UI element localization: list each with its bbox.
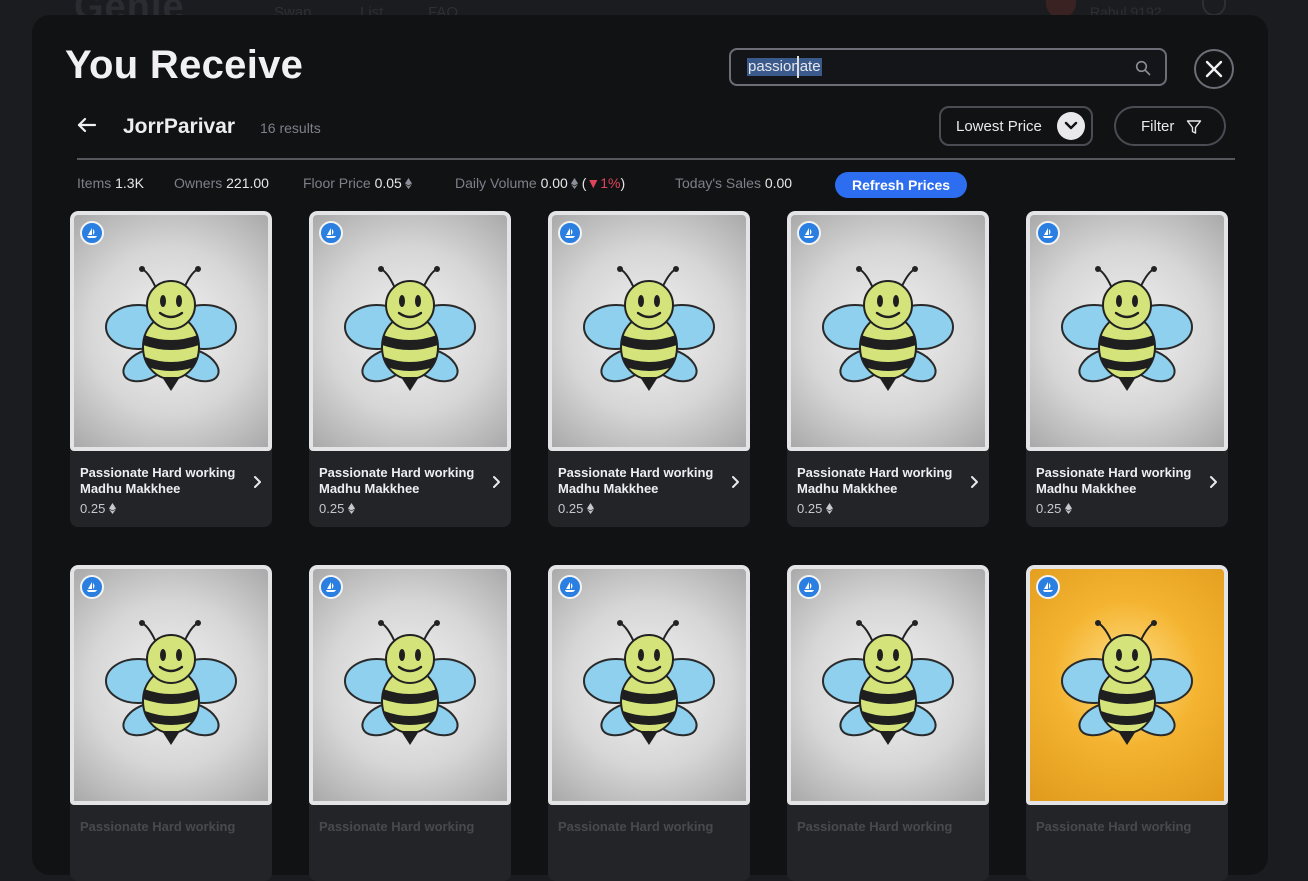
nft-price: 0.25	[558, 501, 594, 516]
eth-icon	[586, 503, 594, 514]
opensea-badge-icon	[80, 575, 104, 599]
eth-icon	[570, 178, 578, 189]
search-icon[interactable]	[1135, 60, 1151, 76]
chevron-right-icon[interactable]	[969, 475, 979, 489]
filter-funnel-icon	[1186, 120, 1202, 134]
opensea-badge-icon	[1036, 221, 1060, 245]
close-icon	[1205, 60, 1223, 78]
you-receive-modal: You Receive passionate JorrParivar 16 re…	[32, 15, 1268, 881]
collection-name: JorrParivar	[123, 115, 236, 138]
eth-icon	[347, 503, 355, 514]
background-profile-icon	[1202, 0, 1226, 16]
back-arrow-icon[interactable]	[76, 114, 98, 136]
close-button[interactable]	[1194, 49, 1234, 89]
chevron-right-icon[interactable]	[252, 475, 262, 489]
nft-card[interactable]: Passionate Hard working	[548, 565, 750, 881]
filter-label: Filter	[1141, 118, 1175, 135]
nft-image[interactable]	[1026, 565, 1228, 805]
sort-label: Lowest Price	[956, 118, 1042, 135]
bee-artwork-icon	[105, 266, 237, 391]
nft-name: Passionate Hard working Madhu Makkhee	[319, 465, 475, 496]
nft-price: 0.25	[797, 501, 833, 516]
opensea-badge-icon	[558, 575, 582, 599]
bee-artwork-icon	[1061, 266, 1193, 391]
eth-icon	[825, 503, 833, 514]
nft-card[interactable]: Passionate Hard working Madhu Makkhee 0.2…	[70, 211, 272, 527]
nft-image[interactable]	[787, 565, 989, 805]
nft-image[interactable]	[309, 565, 511, 805]
sort-dropdown[interactable]: Lowest Price	[939, 106, 1093, 146]
nft-image[interactable]	[309, 211, 511, 451]
eth-icon	[1064, 503, 1072, 514]
nft-name: Passionate Hard working	[319, 819, 475, 834]
bee-artwork-icon	[822, 620, 954, 745]
opensea-badge-icon	[319, 221, 343, 245]
opensea-badge-icon	[319, 575, 343, 599]
search-input[interactable]: passionate	[747, 58, 822, 76]
eth-icon	[108, 503, 116, 514]
stat-items: Items 1.3K	[77, 175, 144, 191]
opensea-badge-icon	[1036, 575, 1060, 599]
nft-card[interactable]: Passionate Hard working	[309, 565, 511, 881]
opensea-badge-icon	[797, 575, 821, 599]
nft-name: Passionate Hard working Madhu Makkhee	[797, 465, 953, 496]
chevron-right-icon[interactable]	[1208, 475, 1218, 489]
nft-card[interactable]: Passionate Hard working	[1026, 565, 1228, 881]
nft-image[interactable]	[787, 211, 989, 451]
bee-artwork-icon	[583, 620, 715, 745]
nft-name: Passionate Hard working	[80, 819, 236, 834]
nft-price: 0.25	[319, 501, 355, 516]
results-count: 16 results	[260, 120, 321, 136]
chevron-right-icon[interactable]	[491, 475, 501, 489]
chevron-right-icon[interactable]	[730, 475, 740, 489]
chevron-down-icon	[1057, 112, 1085, 140]
bee-artwork-icon	[344, 266, 476, 391]
stat-todays-sales: Today's Sales 0.00	[675, 175, 793, 191]
opensea-badge-icon	[558, 221, 582, 245]
nft-name: Passionate Hard working Madhu Makkhee	[1036, 465, 1192, 496]
nft-card[interactable]: Passionate Hard working	[70, 565, 272, 881]
stat-floor-price: Floor Price 0.05	[303, 175, 412, 191]
nft-card[interactable]: Passionate Hard working Madhu Makkhee 0.2…	[1026, 211, 1228, 527]
nft-image[interactable]	[1026, 211, 1228, 451]
nft-card[interactable]: Passionate Hard working Madhu Makkhee 0.2…	[787, 211, 989, 527]
nft-name: Passionate Hard working	[558, 819, 714, 834]
bee-artwork-icon	[105, 620, 237, 745]
search-box[interactable]: passionate	[729, 48, 1167, 86]
eth-icon	[404, 178, 412, 189]
stat-daily-volume: Daily Volume 0.00 (▼1%)	[455, 175, 626, 191]
bee-artwork-icon	[583, 266, 715, 391]
nft-card[interactable]: Passionate Hard working	[787, 565, 989, 881]
bee-artwork-icon	[1061, 620, 1193, 745]
nft-card[interactable]: Passionate Hard working Madhu Makkhee 0.2…	[548, 211, 750, 527]
modal-title: You Receive	[65, 43, 304, 87]
filter-button[interactable]: Filter	[1114, 106, 1226, 146]
bee-artwork-icon	[822, 266, 954, 391]
nft-name: Passionate Hard working Madhu Makkhee	[80, 465, 236, 496]
nft-card[interactable]: Passionate Hard working Madhu Makkhee 0.2…	[309, 211, 511, 527]
stat-owners: Owners 221.00	[174, 175, 269, 191]
refresh-prices-button[interactable]: Refresh Prices	[835, 172, 967, 198]
header-divider	[77, 158, 1235, 160]
nft-image[interactable]	[548, 211, 750, 451]
text-cursor	[797, 56, 799, 78]
nft-name: Passionate Hard working Madhu Makkhee	[558, 465, 714, 496]
nft-image[interactable]	[548, 565, 750, 805]
nft-name: Passionate Hard working	[1036, 819, 1192, 834]
nft-image[interactable]	[70, 211, 272, 451]
nft-image[interactable]	[70, 565, 272, 805]
bee-artwork-icon	[344, 620, 476, 745]
nft-name: Passionate Hard working	[797, 819, 953, 834]
opensea-badge-icon	[797, 221, 821, 245]
nft-price: 0.25	[80, 501, 116, 516]
nft-price: 0.25	[1036, 501, 1072, 516]
opensea-badge-icon	[80, 221, 104, 245]
volume-change-down: ▼1%	[586, 175, 621, 191]
